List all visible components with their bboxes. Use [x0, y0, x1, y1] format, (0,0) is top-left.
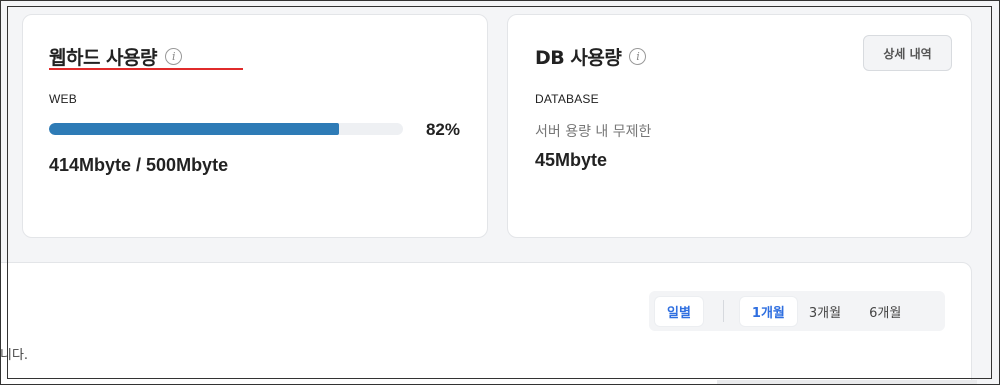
web-usage-value: 414Mbyte / 500Mbyte: [49, 155, 229, 175]
db-label: DATABASE: [535, 92, 599, 106]
web-label: WEB: [49, 92, 77, 106]
db-usage-title-text: DB 사용량: [535, 47, 622, 69]
title-underline: [49, 68, 243, 70]
web-usage-title: 웹하드 사용량 i: [49, 43, 182, 70]
daily-button[interactable]: 일별: [655, 296, 703, 326]
web-usage-percent: 82%: [425, 120, 460, 139]
range-option-6month[interactable]: 6개월: [857, 297, 913, 326]
range-selector: 일별 1개월 3개월 6개월: [649, 291, 945, 331]
db-usage-title: DB 사용량 i: [535, 43, 647, 70]
db-usage-value: 45Mbyte: [535, 150, 608, 170]
bottom-strip: [717, 380, 977, 385]
range-divider: [722, 300, 724, 322]
web-usage-progress-bar: [49, 123, 403, 135]
db-usage-card: DB 사용량 i 상세 내역 DATABASE 서버 용량 내 무제한 45Mb…: [507, 14, 972, 238]
range-option-3month[interactable]: 3개월: [797, 297, 853, 326]
description-text: 니다.: [0, 348, 29, 363]
info-icon[interactable]: i: [629, 48, 647, 65]
statistics-card: 일별 1개월 3개월 6개월: [0, 262, 972, 385]
range-option-1month[interactable]: 1개월: [739, 296, 797, 326]
info-icon[interactable]: i: [165, 48, 182, 65]
web-usage-title-text: 웹하드 사용량: [49, 47, 158, 69]
web-usage-progress-fill: [49, 123, 340, 135]
web-usage-card: 웹하드 사용량 i WEB 82% 414Mbyte / 500Mbyte: [22, 14, 488, 238]
detail-history-button[interactable]: 상세 내역: [863, 35, 952, 71]
db-unlimited-note: 서버 용량 내 무제한: [535, 124, 652, 140]
